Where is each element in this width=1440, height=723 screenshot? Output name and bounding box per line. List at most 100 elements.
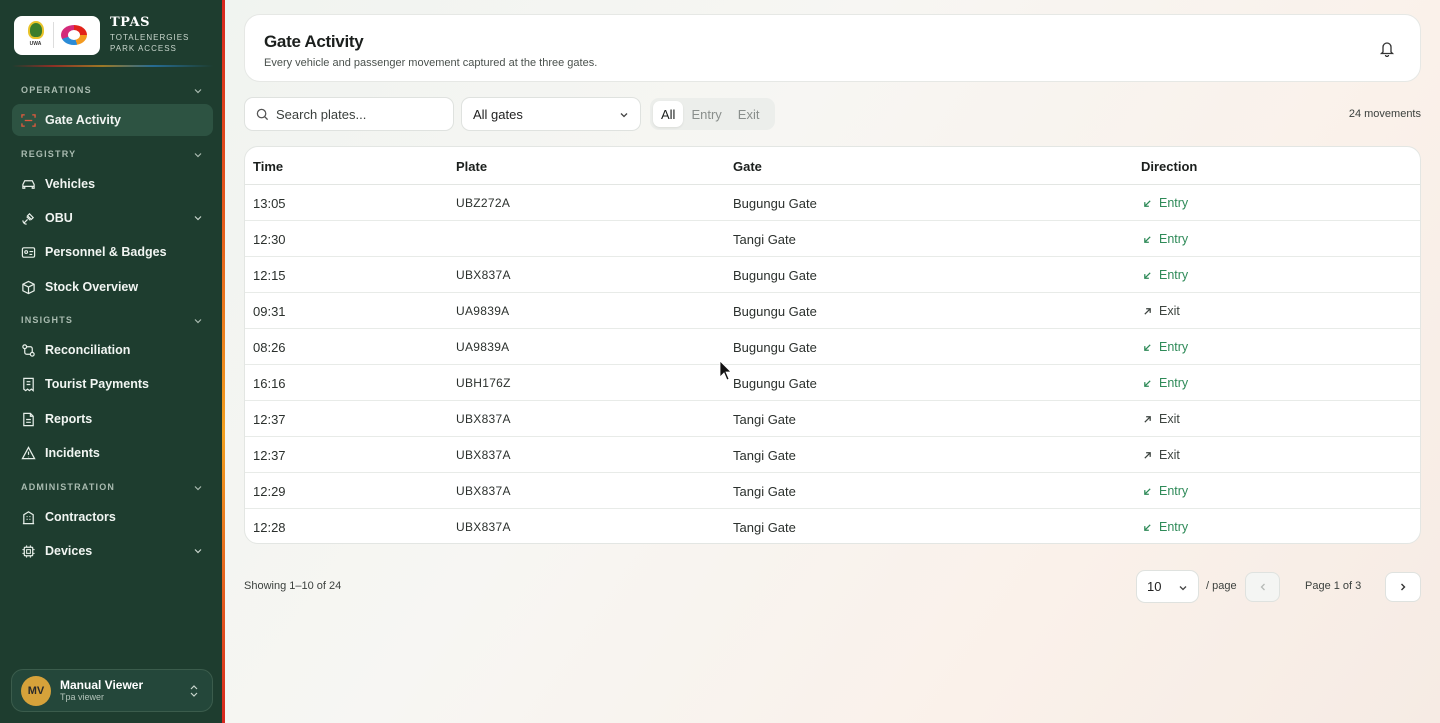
chevron-down-icon[interactable] xyxy=(193,316,203,326)
sidebar-item-label: Reports xyxy=(45,412,93,426)
per-page-label: / page xyxy=(1206,580,1237,592)
direction-label: Exit xyxy=(1159,412,1180,426)
column-header-plate[interactable]: Plate xyxy=(456,159,487,174)
chevron-down-icon xyxy=(1179,586,1187,591)
gate-select-value: All gates xyxy=(473,106,523,122)
sidebar-item-vehicles[interactable]: Vehicles xyxy=(12,168,213,200)
direction-filter-all[interactable]: All xyxy=(653,101,684,127)
table-row[interactable]: 12:28 UBX837A Tangi Gate Entry xyxy=(245,509,1420,543)
cell-time: 12:37 xyxy=(253,448,286,463)
sidebar-item-label: Gate Activity xyxy=(45,113,121,127)
sidebar-item-reports[interactable]: Reports xyxy=(12,403,213,435)
cell-direction: Exit xyxy=(1143,304,1180,318)
arrow-up-right-icon xyxy=(1144,451,1151,459)
chevron-down-icon[interactable] xyxy=(193,86,203,96)
sidebar-item-personnel-badges[interactable]: Personnel & Badges xyxy=(12,236,213,268)
direction-filter: All Entry Exit xyxy=(650,98,775,130)
sidebar-item-label: OBU xyxy=(45,211,73,225)
previous-page-button[interactable] xyxy=(1245,572,1280,602)
brand-title: TPAS xyxy=(110,15,150,30)
movement-count: 24 movements xyxy=(1348,108,1421,120)
id-card-icon xyxy=(21,246,36,258)
cell-plate: UA9839A xyxy=(456,340,510,354)
cell-direction: Entry xyxy=(1143,340,1188,354)
arrow-down-left-icon xyxy=(1144,235,1151,243)
arrow-down-left-icon xyxy=(1144,523,1151,531)
direction-filter-entry[interactable]: Entry xyxy=(683,101,729,127)
cell-direction: Entry xyxy=(1143,520,1188,534)
cell-time: 08:26 xyxy=(253,340,286,355)
cell-gate: Tangi Gate xyxy=(733,232,796,247)
reconcile-icon xyxy=(22,343,35,357)
chevron-down-icon[interactable] xyxy=(193,483,203,493)
sidebar-item-tourist-payments[interactable]: Tourist Payments xyxy=(12,368,213,400)
page-header: Gate Activity Every vehicle and passenge… xyxy=(244,14,1421,82)
arrow-down-left-icon xyxy=(1144,199,1151,207)
cell-plate: UBZ272A xyxy=(456,196,511,210)
page-size-select[interactable]: 10 xyxy=(1136,570,1199,603)
satellite-icon xyxy=(22,212,35,225)
table-row[interactable]: 12:37 UBX837A Tangi Gate Exit xyxy=(245,401,1420,437)
showing-range: Showing 1–10 of 24 xyxy=(244,580,342,592)
cell-direction: Exit xyxy=(1143,448,1180,462)
user-menu[interactable]: MV Manual Viewer Tpa viewer xyxy=(11,669,213,712)
direction-filter-exit[interactable]: Exit xyxy=(730,101,768,127)
table-row[interactable]: 13:05 UBZ272A Bugungu Gate Entry xyxy=(245,185,1420,221)
brand[interactable]: UWA TPAS TOTALENERGIES PARK ACCESS xyxy=(14,15,212,55)
table-row[interactable]: 12:30 Tangi Gate Entry xyxy=(245,221,1420,257)
chevron-down-icon xyxy=(194,549,202,554)
table-row[interactable]: 12:37 UBX837A Tangi Gate Exit xyxy=(245,437,1420,473)
search-input-wrapper[interactable] xyxy=(244,97,454,131)
sidebar-item-label: Devices xyxy=(45,544,93,558)
cell-time: 16:16 xyxy=(253,376,286,391)
page-title: Gate Activity xyxy=(264,32,364,51)
cell-plate: UBX837A xyxy=(456,268,511,282)
direction-label: Entry xyxy=(1159,340,1189,354)
cell-gate: Tangi Gate xyxy=(733,412,796,427)
sidebar-item-label: Vehicles xyxy=(45,177,96,191)
sidebar-item-contractors[interactable]: Contractors xyxy=(12,501,213,533)
sidebar-item-obu[interactable]: OBU xyxy=(12,202,213,234)
table-row[interactable]: 12:29 UBX837A Tangi Gate Entry xyxy=(245,473,1420,509)
cell-plate: UBX837A xyxy=(456,412,511,426)
table-row[interactable]: 16:16 UBH176Z Bugungu Gate Entry xyxy=(245,365,1420,401)
column-header-time[interactable]: Time xyxy=(253,159,283,174)
warning-icon xyxy=(21,445,36,459)
next-page-button[interactable] xyxy=(1385,572,1421,602)
chevron-down-icon xyxy=(194,216,202,221)
partner-logos: UWA xyxy=(14,15,100,55)
direction-label: Entry xyxy=(1159,484,1189,498)
cell-direction: Exit xyxy=(1143,412,1180,426)
arrow-down-left-icon xyxy=(1144,379,1151,387)
table-row[interactable]: 08:26 UA9839A Bugungu Gate Entry xyxy=(245,329,1420,365)
sidebar-item-reconciliation[interactable]: Reconciliation xyxy=(12,334,213,366)
cell-time: 12:37 xyxy=(253,412,286,427)
building-icon xyxy=(22,510,35,524)
gate-select[interactable]: All gates xyxy=(461,97,641,131)
bell-icon[interactable] xyxy=(1379,40,1395,57)
table-row[interactable]: 09:31 UA9839A Bugungu Gate Exit xyxy=(245,293,1420,329)
arrow-up-right-icon xyxy=(1144,415,1151,423)
sidebar-item-devices[interactable]: Devices xyxy=(12,535,213,567)
search-icon xyxy=(256,108,269,120)
sidebar-item-gate-activity[interactable]: Gate Activity xyxy=(12,104,213,136)
chip-icon xyxy=(22,544,35,558)
table-row[interactable]: 12:15 UBX837A Bugungu Gate Entry xyxy=(245,257,1420,293)
column-header-direction[interactable]: Direction xyxy=(1141,159,1197,174)
sidebar-item-incidents[interactable]: Incidents xyxy=(12,437,213,469)
page-subtitle: Every vehicle and passenger movement cap… xyxy=(264,57,598,69)
brand-divider xyxy=(12,65,213,67)
search-input[interactable] xyxy=(276,106,446,122)
table-header: Time Plate Gate Direction xyxy=(245,147,1420,185)
cell-direction: Entry xyxy=(1143,232,1188,246)
chevron-right-icon xyxy=(1401,583,1406,591)
cell-direction: Entry xyxy=(1143,196,1188,210)
totalenergies-logo xyxy=(57,23,93,47)
sidebar-item-stock-overview[interactable]: Stock Overview xyxy=(12,271,213,303)
page-indicator: Page 1 of 3 xyxy=(1305,580,1362,592)
column-header-gate[interactable]: Gate xyxy=(733,159,762,174)
sidebar-item-label: Reconciliation xyxy=(45,343,131,357)
sidebar-item-label: Tourist Payments xyxy=(45,377,149,391)
mouse-cursor-icon xyxy=(719,360,732,381)
chevron-down-icon[interactable] xyxy=(193,150,203,160)
